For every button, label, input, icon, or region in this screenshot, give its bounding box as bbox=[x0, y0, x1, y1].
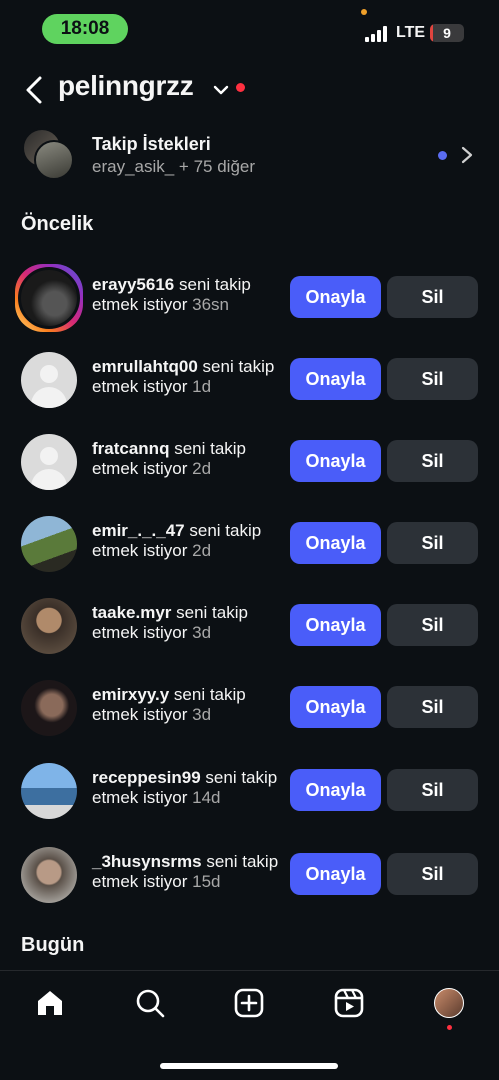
approve-button[interactable]: Onayla bbox=[290, 853, 381, 895]
request-time: 15d bbox=[192, 872, 221, 891]
delete-button[interactable]: Sil bbox=[387, 686, 478, 728]
default-avatar[interactable] bbox=[21, 434, 77, 490]
reels-icon bbox=[334, 988, 364, 1018]
tab-bar bbox=[0, 972, 499, 1042]
story-ring-avatar[interactable] bbox=[15, 264, 83, 332]
request-row: emrullahtq00 seni takip etmek istiyor 1d… bbox=[0, 344, 499, 414]
tab-profile[interactable] bbox=[432, 986, 466, 1020]
tab-reels[interactable] bbox=[332, 986, 366, 1020]
request-text: _3husynsrms seni takip etmek istiyor 15d bbox=[92, 852, 282, 892]
delete-button[interactable]: Sil bbox=[387, 604, 478, 646]
time-pill: 18:08 bbox=[42, 14, 128, 44]
network-label: LTE bbox=[396, 24, 426, 41]
requester-avatar-front bbox=[34, 140, 74, 180]
delete-button[interactable]: Sil bbox=[387, 276, 478, 318]
avatar-head bbox=[40, 447, 58, 465]
approve-button[interactable]: Onayla bbox=[290, 604, 381, 646]
requester-username[interactable]: _3husynsrms bbox=[92, 852, 202, 871]
request-time: 14d bbox=[192, 788, 221, 807]
avatar[interactable] bbox=[21, 598, 77, 654]
request-row: receppesin99 seni takip etmek istiyor 14… bbox=[0, 755, 499, 825]
requester-username[interactable]: taake.myr bbox=[92, 603, 171, 622]
request-time: 36sn bbox=[192, 295, 230, 314]
delete-button[interactable]: Sil bbox=[387, 440, 478, 482]
request-time: 3d bbox=[192, 705, 212, 724]
privacy-indicator-dot bbox=[361, 9, 367, 15]
tabbar-divider bbox=[0, 970, 499, 971]
home-icon bbox=[38, 991, 62, 1015]
chevron-right-icon bbox=[461, 146, 473, 164]
battery-icon: 9 bbox=[430, 24, 464, 42]
delete-button[interactable]: Sil bbox=[387, 358, 478, 400]
profile-avatar bbox=[434, 988, 464, 1018]
request-text: fratcannq seni takip etmek istiyor 2d bbox=[92, 439, 282, 479]
tab-home[interactable] bbox=[33, 986, 67, 1020]
request-time: 2d bbox=[192, 541, 212, 560]
request-text: emrullahtq00 seni takip etmek istiyor 1d bbox=[92, 357, 282, 397]
request-time: 1d bbox=[192, 377, 212, 396]
home-indicator bbox=[160, 1063, 338, 1069]
request-row: emirxyy.y seni takip etmek istiyor 3d Ona… bbox=[0, 672, 499, 742]
signal-icon bbox=[365, 26, 389, 42]
avatar-body bbox=[31, 387, 67, 408]
default-avatar[interactable] bbox=[21, 352, 77, 408]
chevron-down-icon[interactable] bbox=[212, 81, 230, 99]
approve-button[interactable]: Onayla bbox=[290, 686, 381, 728]
unread-dot bbox=[438, 151, 447, 160]
follow-requests-subtitle: eray_asik_ + 75 diğer bbox=[92, 157, 256, 176]
avatar[interactable] bbox=[21, 516, 77, 572]
request-row: emir_._._47 seni takip etmek istiyor 2d O… bbox=[0, 508, 499, 578]
request-text: emirxyy.y seni takip etmek istiyor 3d bbox=[92, 685, 282, 725]
request-text: emir_._._47 seni takip etmek istiyor 2d bbox=[92, 521, 282, 561]
request-time: 3d bbox=[192, 623, 212, 642]
avatar[interactable] bbox=[21, 847, 77, 903]
tab-create[interactable] bbox=[232, 986, 266, 1020]
requester-username[interactable]: erayy5616 bbox=[92, 275, 174, 294]
section-title-today: Bugün bbox=[21, 934, 85, 956]
search-icon bbox=[136, 989, 165, 1018]
requester-username[interactable]: fratcannq bbox=[92, 439, 169, 458]
request-time: 2d bbox=[192, 459, 212, 478]
requester-username[interactable]: emirxyy.y bbox=[92, 685, 169, 704]
delete-button[interactable]: Sil bbox=[387, 769, 478, 811]
section-title-priority: Öncelik bbox=[21, 213, 94, 235]
requester-username[interactable]: emrullahtq00 bbox=[92, 357, 198, 376]
approve-button[interactable]: Onayla bbox=[290, 358, 381, 400]
status-bar: 18:08 LTE 9 bbox=[0, 0, 499, 60]
requester-username[interactable]: emir_._._47 bbox=[92, 521, 185, 540]
approve-button[interactable]: Onayla bbox=[290, 522, 381, 564]
request-text: taake.myr seni takip etmek istiyor 3d bbox=[92, 603, 282, 643]
request-row: fratcannq seni takip etmek istiyor 2d Ona… bbox=[0, 426, 499, 496]
request-row: taake.myr seni takip etmek istiyor 3d Ona… bbox=[0, 590, 499, 660]
request-row: _3husynsrms seni takip etmek istiyor 15d… bbox=[0, 839, 499, 909]
delete-button[interactable]: Sil bbox=[387, 522, 478, 564]
requester-username[interactable]: receppesin99 bbox=[92, 768, 201, 787]
back-arrow-icon[interactable] bbox=[22, 74, 48, 106]
account-notification-dot bbox=[236, 83, 245, 92]
header: pelinngrzz bbox=[0, 68, 499, 112]
create-icon bbox=[234, 988, 264, 1018]
avatar[interactable] bbox=[21, 680, 77, 736]
battery-level: 9 bbox=[443, 25, 451, 41]
profile-notification-dot bbox=[447, 1025, 452, 1030]
avatar-photo bbox=[18, 267, 80, 329]
avatar[interactable] bbox=[21, 763, 77, 819]
approve-button[interactable]: Onayla bbox=[290, 440, 381, 482]
follow-requests-title: Takip İstekleri bbox=[92, 134, 211, 154]
request-text: erayy5616 seni takip etmek istiyor 36sn bbox=[92, 275, 282, 315]
approve-button[interactable]: Onayla bbox=[290, 276, 381, 318]
account-username[interactable]: pelinngrzz bbox=[58, 70, 194, 102]
avatar-head bbox=[40, 365, 58, 383]
delete-button[interactable]: Sil bbox=[387, 853, 478, 895]
request-text: receppesin99 seni takip etmek istiyor 14… bbox=[92, 768, 282, 808]
clock-time: 18:08 bbox=[60, 18, 110, 39]
request-row: erayy5616 seni takip etmek istiyor 36sn O… bbox=[0, 262, 499, 332]
follow-requests-row[interactable]: Takip İstekleri eray_asik_ + 75 diğer bbox=[0, 128, 499, 186]
avatar-body bbox=[31, 469, 67, 490]
tab-search[interactable] bbox=[133, 986, 167, 1020]
approve-button[interactable]: Onayla bbox=[290, 769, 381, 811]
